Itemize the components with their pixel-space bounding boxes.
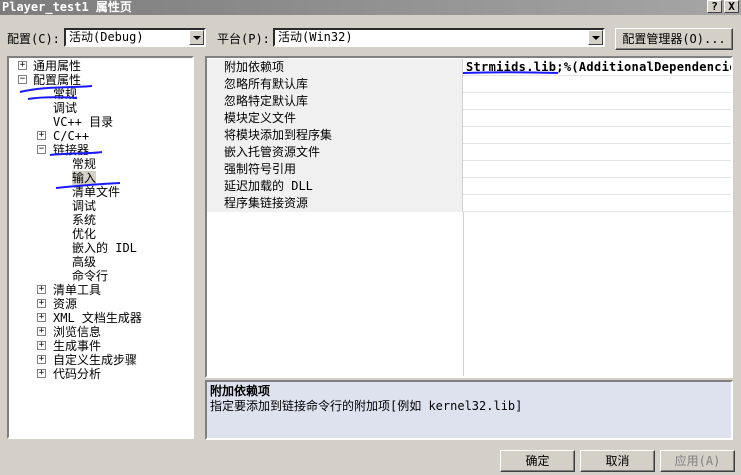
tree-item-linker-input[interactable]: 输入 <box>72 171 97 185</box>
tree-item-config-props[interactable]: 配置属性 <box>33 73 81 87</box>
grid-row-value[interactable] <box>464 178 466 195</box>
platform-select-value: 活动(Win32) <box>278 30 353 44</box>
expand-plus-icon[interactable]: + <box>37 299 46 308</box>
tree-item-debugging[interactable]: 调试 <box>53 101 77 115</box>
expand-plus-icon[interactable]: + <box>37 131 46 140</box>
tree-item-general[interactable]: 通用属性 <box>33 59 81 73</box>
tree-item-linker-system[interactable]: 系统 <box>72 213 96 227</box>
cancel-button[interactable]: 取消 <box>580 450 655 472</box>
tree-item-linker-manifest[interactable]: 清单文件 <box>72 185 120 199</box>
tree-item-general-sub[interactable]: 常规 <box>53 87 77 101</box>
tree-item-linker-optimization[interactable]: 优化 <box>72 227 96 241</box>
grid-row[interactable]: 将模块添加到程序集 <box>207 127 731 144</box>
grid-row-name: 将模块添加到程序集 <box>207 127 463 144</box>
tree-item-custom-build[interactable]: 自定义生成步骤 <box>53 353 137 367</box>
expand-plus-icon[interactable]: + <box>37 355 46 364</box>
tree-item-linker-cmdline[interactable]: 命令行 <box>72 269 108 283</box>
grid-row[interactable]: 模块定义文件 <box>207 110 731 127</box>
grid-row-value[interactable] <box>464 127 466 144</box>
grid-row-value[interactable] <box>464 110 466 127</box>
expand-plus-icon[interactable]: + <box>37 313 46 322</box>
close-button[interactable]: X <box>724 0 739 13</box>
tree-item-browse-info[interactable]: 浏览信息 <box>53 325 101 339</box>
tree-item-linker-general[interactable]: 常规 <box>72 157 96 171</box>
grid-row-value[interactable] <box>464 144 466 161</box>
tree-item-manifest-tool[interactable]: 清单工具 <box>53 283 101 297</box>
config-select[interactable]: 活动(Debug) <box>64 28 206 47</box>
chevron-down-icon[interactable] <box>189 30 204 45</box>
expand-plus-icon[interactable]: + <box>18 61 27 70</box>
tree-item-linker-debugging[interactable]: 调试 <box>72 199 96 213</box>
expand-plus-icon[interactable]: + <box>37 369 46 378</box>
tree-item-linker-advanced[interactable]: 高级 <box>72 255 96 269</box>
grid-row-name: 嵌入托管资源文件 <box>207 144 463 161</box>
config-select-value: 活动(Debug) <box>69 30 144 44</box>
grid-row-name: 强制符号引用 <box>207 161 463 178</box>
ok-button[interactable]: 确定 <box>500 450 575 472</box>
grid-row[interactable]: 强制符号引用 <box>207 161 731 178</box>
tree-item-linker-input-label: 输入 <box>72 171 97 185</box>
window-title-bar: Player_test1 属性页 <box>0 0 741 15</box>
grid-row-value[interactable] <box>464 161 466 178</box>
config-manager-button[interactable]: 配置管理器(O)... <box>615 28 733 50</box>
tree-item-cpp[interactable]: C/C++ <box>53 129 89 143</box>
tree-item-linker[interactable]: 链接器 <box>53 143 89 157</box>
chevron-down-icon[interactable] <box>588 30 603 45</box>
grid-row-name: 附加依赖项 <box>207 59 463 76</box>
description-panel: 附加依赖项 指定要添加到链接命令行的附加项[例如 kernel32.lib] <box>205 380 733 440</box>
property-grid[interactable]: 附加依赖项 Strmiids.lib;%(AdditionalDependenc… <box>205 56 733 378</box>
grid-row-name: 忽略特定默认库 <box>207 93 463 110</box>
grid-row-value[interactable] <box>464 76 466 93</box>
expand-plus-icon[interactable]: + <box>37 327 46 336</box>
tree-item-vcpp-dirs[interactable]: VC++ 目录 <box>53 115 113 129</box>
description-text: 指定要添加到链接命令行的附加项[例如 kernel32.lib] <box>210 399 523 413</box>
help-button[interactable]: ? <box>707 0 722 13</box>
grid-row[interactable]: 嵌入托管资源文件 <box>207 144 731 161</box>
property-tree[interactable]: + 通用属性 − 配置属性 常规 调试 VC++ 目录 + C/C++ − 链接… <box>7 56 194 439</box>
window-title: Player_test1 属性页 <box>2 0 132 14</box>
grid-row-value[interactable]: Strmiids.lib;%(AdditionalDependencies) <box>464 59 731 76</box>
grid-row[interactable]: 忽略所有默认库 <box>207 76 731 93</box>
expand-plus-icon[interactable]: + <box>37 341 46 350</box>
apply-button[interactable]: 应用(A) <box>660 450 735 472</box>
platform-label: 平台(P): <box>217 32 270 46</box>
grid-row[interactable]: 忽略特定默认库 <box>207 93 731 110</box>
collapse-minus-icon[interactable]: − <box>37 145 46 154</box>
grid-row[interactable]: 附加依赖项 Strmiids.lib;%(AdditionalDependenc… <box>207 59 731 76</box>
tree-item-build-events[interactable]: 生成事件 <box>53 339 101 353</box>
expand-plus-icon[interactable]: + <box>37 285 46 294</box>
platform-select[interactable]: 活动(Win32) <box>273 28 605 47</box>
grid-row-name: 程序集链接资源 <box>207 195 463 212</box>
tree-item-code-analysis[interactable]: 代码分析 <box>53 367 101 381</box>
config-label: 配置(C): <box>7 32 60 46</box>
grid-column-divider <box>463 212 464 376</box>
grid-row-name: 忽略所有默认库 <box>207 76 463 93</box>
grid-row[interactable]: 程序集链接资源 <box>207 195 731 212</box>
tree-item-xml-doc[interactable]: XML 文档生成器 <box>53 311 142 325</box>
grid-row[interactable]: 延迟加载的 DLL <box>207 178 731 195</box>
grid-row-name: 模块定义文件 <box>207 110 463 127</box>
grid-row-name: 延迟加载的 DLL <box>207 178 463 195</box>
tree-item-linker-embedded-idl[interactable]: 嵌入的 IDL <box>72 241 137 255</box>
collapse-minus-icon[interactable]: − <box>18 75 27 84</box>
grid-row-value[interactable] <box>464 195 466 212</box>
description-title: 附加依赖项 <box>210 384 271 398</box>
grid-row-value[interactable] <box>464 93 466 110</box>
tree-item-resources[interactable]: 资源 <box>53 297 77 311</box>
